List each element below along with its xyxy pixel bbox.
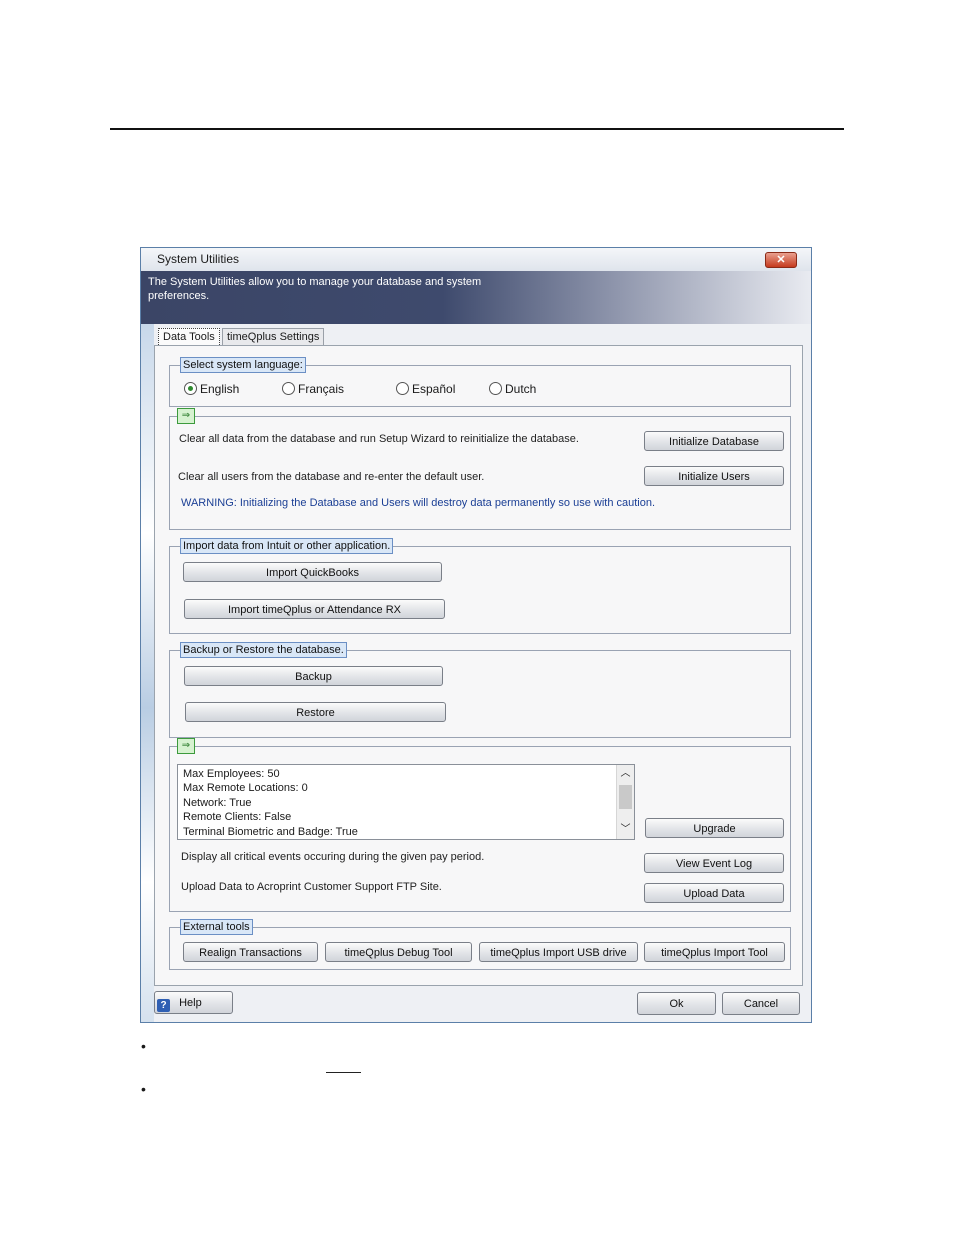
list-item: Max Employees: 50 — [183, 768, 280, 780]
cancel-button[interactable]: Cancel — [722, 992, 800, 1015]
debug-tool-button[interactable]: timeQplus Debug Tool — [325, 942, 472, 962]
help-button[interactable]: ? Help — [154, 991, 233, 1014]
list-item: Max Remote Locations: 0 — [183, 782, 308, 794]
view-event-log-button[interactable]: View Event Log — [644, 853, 784, 873]
radio-dot-selected — [184, 382, 197, 395]
upload-data-button[interactable]: Upload Data — [644, 883, 784, 903]
ok-button[interactable]: Ok — [637, 992, 716, 1015]
import-usb-drive-button[interactable]: timeQplus Import USB drive — [479, 942, 638, 962]
radio-label: Español — [412, 382, 456, 396]
external-tools-group: External tools Realign Transactions time… — [169, 919, 791, 970]
list-bullet: • — [141, 1081, 146, 1097]
list-item: Network: True — [183, 797, 252, 809]
radio-label: Dutch — [505, 382, 537, 396]
initialize-database-button[interactable]: Initialize Database — [644, 431, 784, 451]
language-legend: Select system language: — [180, 357, 306, 373]
import-group: Import data from Intuit or other applica… — [169, 538, 791, 634]
help-icon: ? — [157, 999, 170, 1012]
help-label: Help — [179, 997, 202, 1009]
clear-users-description: Clear all users from the database and re… — [178, 471, 485, 483]
backup-legend: Backup or Restore the database. — [180, 642, 347, 658]
radio-label: English — [200, 382, 240, 396]
backup-button[interactable]: Backup — [184, 666, 443, 686]
list-item: Terminal Biometric and Badge: True — [183, 826, 358, 838]
license-group: ⇒ Max Employees: 50 Max Remote Locations… — [169, 738, 791, 912]
scroll-up-icon[interactable]: ︿ — [617, 767, 634, 781]
list-bullet: • — [141, 1038, 146, 1054]
data-tools-panel: Select system language: English Français… — [154, 345, 803, 986]
arrow-into-box-icon: ⇒ — [177, 408, 195, 424]
warning-text: WARNING: Initializing the Database and U… — [181, 497, 656, 509]
restore-button[interactable]: Restore — [185, 702, 446, 722]
radio-espanol[interactable]: Español — [396, 382, 455, 396]
external-tools-legend: External tools — [180, 919, 253, 935]
close-icon[interactable]: ✕ — [765, 252, 797, 268]
backup-group: Backup or Restore the database. Backup R… — [169, 642, 791, 738]
sidebar-sky-decoration — [141, 324, 154, 1022]
scroll-down-icon[interactable]: ﹀ — [617, 823, 634, 837]
upload-description: Upload Data to Acroprint Customer Suppor… — [181, 881, 442, 893]
scrollbar-thumb[interactable] — [619, 785, 632, 809]
import-quickbooks-button[interactable]: Import QuickBooks — [183, 562, 442, 582]
language-group: Select system language: English Français… — [169, 357, 791, 407]
upgrade-button[interactable]: Upgrade — [645, 818, 784, 838]
clear-data-description: Clear all data from the database and run… — [179, 433, 579, 445]
import-legend: Import data from Intuit or other applica… — [180, 538, 394, 554]
window-title: System Utilities — [157, 252, 240, 266]
header-banner: The System Utilities allow you to manage… — [141, 271, 811, 324]
realign-transactions-button[interactable]: Realign Transactions — [183, 942, 318, 962]
title-bar[interactable]: System Utilities ✕ — [141, 248, 811, 271]
radio-francais[interactable]: Français — [282, 382, 344, 396]
tab-timeqplus-settings[interactable]: timeQplus Settings — [222, 328, 325, 346]
initialize-users-button[interactable]: Initialize Users — [644, 466, 784, 486]
radio-dot — [396, 382, 409, 395]
initialize-group: ⇒ Clear all data from the database and r… — [169, 408, 791, 530]
banner-description: The System Utilities allow you to manage… — [148, 276, 482, 302]
radio-english[interactable]: English — [184, 382, 239, 396]
radio-label: Français — [298, 382, 345, 396]
listbox-scrollbar[interactable]: ︿ ﹀ — [616, 765, 634, 839]
radio-dot — [282, 382, 295, 395]
import-tool-button[interactable]: timeQplus Import Tool — [644, 942, 785, 962]
list-item: Remote Clients: False — [183, 811, 292, 823]
license-info-listbox[interactable]: Max Employees: 50 Max Remote Locations: … — [177, 764, 635, 840]
radio-dot — [489, 382, 502, 395]
underline-link[interactable] — [326, 1072, 361, 1073]
radio-dutch[interactable]: Dutch — [489, 382, 536, 396]
arrow-into-box-icon: ⇒ — [177, 738, 195, 754]
import-timeqplus-button[interactable]: Import timeQplus or Attendance RX — [184, 599, 445, 619]
events-description: Display all critical events occuring dur… — [181, 851, 485, 863]
system-utilities-window: System Utilities ✕ The System Utilities … — [140, 247, 812, 1023]
page-horizontal-rule — [110, 128, 844, 130]
